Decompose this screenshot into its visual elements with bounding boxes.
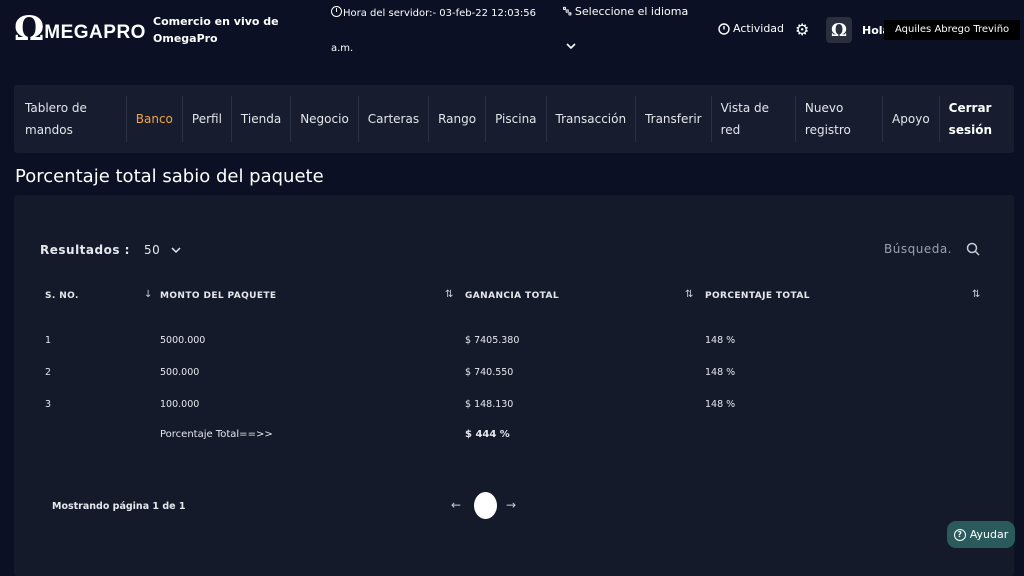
current-page-button[interactable] [474,492,497,519]
table-cell: 2 [45,367,52,378]
gear-icon[interactable]: ⚙ [795,20,809,39]
chevron-down-icon[interactable] [170,244,182,256]
pagination-info: Mostrando página 1 de 1 [52,501,186,512]
results-per-page[interactable]: Resultados : 50 [40,243,182,257]
help-button[interactable]: ? Ayudar [947,521,1015,548]
help-label: Ayudar [969,528,1009,541]
nav-item-cerrar-sesion[interactable]: Cerrar sesión [940,96,1014,142]
avatar[interactable]: Ω [826,17,852,43]
activity-label: Actividad [733,22,785,35]
sort-icon[interactable]: ⇅ [685,289,693,300]
table-cell: $ 740.550 [465,367,514,378]
table-cell: 5000.000 [160,335,206,346]
nav-item-transaccion[interactable]: Transacción [547,96,637,142]
nav-item-tablero[interactable]: Tablero de mandos [14,96,127,142]
server-time-line1: Hora del servidor:- 03-feb-22 12:03:56 [343,8,537,19]
column-header-porcentaje[interactable]: PORCENTAJE TOTAL [705,291,810,301]
column-header-ganancia[interactable]: GANANCIA TOTAL [465,291,559,301]
table-cell: $ 7405.380 [465,335,520,346]
column-header-sno[interactable]: S. NO. [45,291,79,301]
brand-tagline: Comercio en vivo de OmegaPro [153,15,279,45]
clock-icon [718,22,730,35]
results-value[interactable]: 50 [144,243,160,257]
package-table-card: Resultados : 50 Búsqueda. S. NO. ↓ MONTO… [14,195,1014,576]
search-box[interactable]: Búsqueda. [884,242,980,256]
table-cell: 1 [45,335,52,346]
search-input[interactable]: Búsqueda. [884,242,952,256]
language-label: Seleccione el idioma [574,5,689,18]
total-value: $ 444 % [465,429,510,440]
nav-item-vista-de-red[interactable]: Vista de red [712,96,796,142]
nav-item-negocio[interactable]: Negocio [291,96,359,142]
prev-page-icon[interactable]: ← [451,498,461,512]
logo[interactable]: Ω MEGAPRO [14,12,146,46]
translate-icon: 🔤︎ [563,5,572,18]
username-badge[interactable]: Aquiles Abrego Treviño [884,20,1021,40]
clock-icon [331,6,342,17]
chevron-down-icon[interactable] [565,40,577,52]
total-label: Porcentaje Total==>> [160,429,273,440]
server-time: Hora del servidor:- 03-feb-22 12:03:56 a… [331,5,551,57]
results-label: Resultados : [40,243,130,257]
nav-item-tienda[interactable]: Tienda [232,96,292,142]
server-time-line2: a.m. [331,43,354,54]
logo-omega-icon: Ω [14,9,45,49]
nav-item-nuevo-registro[interactable]: Nuevo registro [796,96,884,142]
help-icon: ? [953,528,966,541]
nav-item-carteras[interactable]: Carteras [359,96,430,142]
column-header-monto[interactable]: MONTO DEL PAQUETE [160,291,276,301]
activity-link[interactable]: Actividad [718,22,784,35]
search-icon[interactable] [966,242,980,256]
table-cell: 3 [45,399,52,410]
table-cell: 148 % [705,335,736,346]
logo-text: MEGAPRO [44,22,146,43]
nav-item-perfil[interactable]: Perfil [183,96,232,142]
next-page-icon[interactable]: → [506,498,516,512]
table-cell: 100.000 [160,399,200,410]
page-title: Porcentaje total sabio del paquete [15,166,324,187]
table-cell: 500.000 [160,367,200,378]
table-cell: 148 % [705,399,736,410]
nav-item-apoyo[interactable]: Apoyo [883,96,940,142]
sort-desc-icon[interactable]: ↓ [144,289,152,300]
nav-item-rango[interactable]: Rango [429,96,487,142]
table-cell: $ 148.130 [465,399,514,410]
language-selector[interactable]: 🔤︎ Seleccione el idioma [563,5,688,19]
sort-icon[interactable]: ⇅ [445,289,453,300]
nav-item-banco[interactable]: Banco [127,96,183,142]
nav-item-piscina[interactable]: Piscina [486,96,547,142]
nav-item-transferir[interactable]: Transferir [636,96,712,142]
sort-icon[interactable]: ⇅ [972,289,980,300]
table-cell: 148 % [705,367,736,378]
main-nav: Tablero de mandos Banco Perfil Tienda Ne… [14,85,1014,153]
